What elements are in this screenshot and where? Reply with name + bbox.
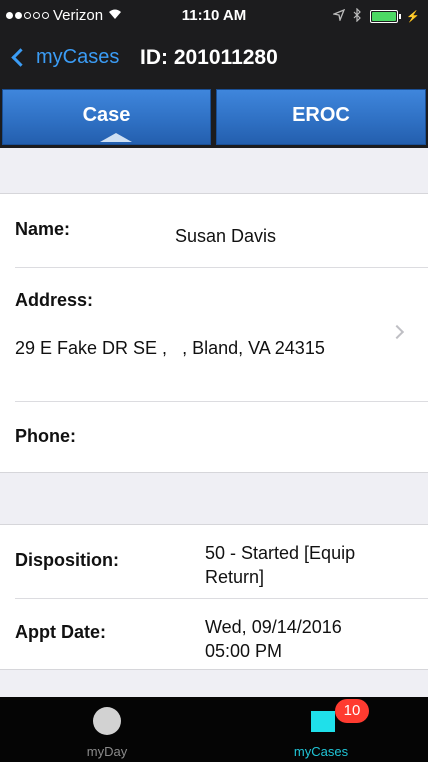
bottom-tab-bar: myDay 10 myCases	[0, 697, 428, 762]
address-row[interactable]: Address: 29 E Fake DR SE , , Bland, VA 2…	[0, 268, 428, 401]
tabbar-item-myday[interactable]: myDay	[0, 697, 214, 762]
tab-case[interactable]: Case	[2, 89, 211, 145]
location-icon	[332, 8, 346, 24]
name-label: Name:	[15, 219, 71, 239]
square-icon	[311, 711, 335, 732]
back-button[interactable]: myCases	[10, 46, 119, 69]
case-info-card: Name: Susan Davis Address: 29 E Fake DR …	[0, 193, 428, 473]
bluetooth-icon	[353, 7, 362, 25]
tabbar-label-mycases: myCases	[293, 744, 349, 759]
appt-date-value-line1: Wed, 09/14/2016	[205, 617, 342, 637]
status-right: ⚡	[332, 7, 420, 25]
disposition-value-line1: 50 - Started [Equip	[205, 543, 356, 563]
notification-badge: 10	[335, 699, 369, 723]
status-bar: Verizon 11:10 AM ⚡	[0, 0, 428, 34]
chevron-left-icon	[11, 48, 30, 67]
divider	[15, 401, 428, 402]
tab-case-label: Case	[82, 103, 131, 126]
page-title: ID: 201011280	[140, 46, 278, 69]
disposition-label: Disposition:	[15, 550, 119, 570]
appt-date-value-line2: 05:00 PM	[205, 641, 283, 661]
address-label: Address:	[15, 290, 94, 310]
circle-icon	[93, 707, 121, 735]
segment-tabs: Case EROC	[0, 86, 428, 148]
divider	[15, 598, 428, 599]
status-info-card: Disposition: 50 - Started [Equip Return]…	[0, 524, 428, 670]
top-bar: Verizon 11:10 AM ⚡ myCases ID: 201011280	[0, 0, 428, 86]
tab-eroc-label: EROC	[292, 103, 350, 126]
address-value: 29 E Fake DR SE , , Bland, VA 24315	[15, 338, 325, 358]
navigation-bar: myCases ID: 201011280	[0, 36, 428, 84]
tabbar-label-myday: myDay	[86, 744, 128, 759]
name-value: Susan Davis	[175, 226, 277, 246]
tab-eroc[interactable]: EROC	[216, 89, 426, 145]
phone-label: Phone:	[15, 426, 76, 446]
back-button-label: myCases	[36, 46, 120, 68]
appt-date-label: Appt Date:	[15, 622, 106, 642]
charging-icon: ⚡	[406, 11, 420, 23]
battery-icon	[370, 10, 402, 23]
tabbar-item-mycases[interactable]: 10 myCases	[214, 697, 428, 762]
selected-indicator	[100, 133, 132, 142]
disposition-value-line2: Return]	[205, 567, 265, 587]
